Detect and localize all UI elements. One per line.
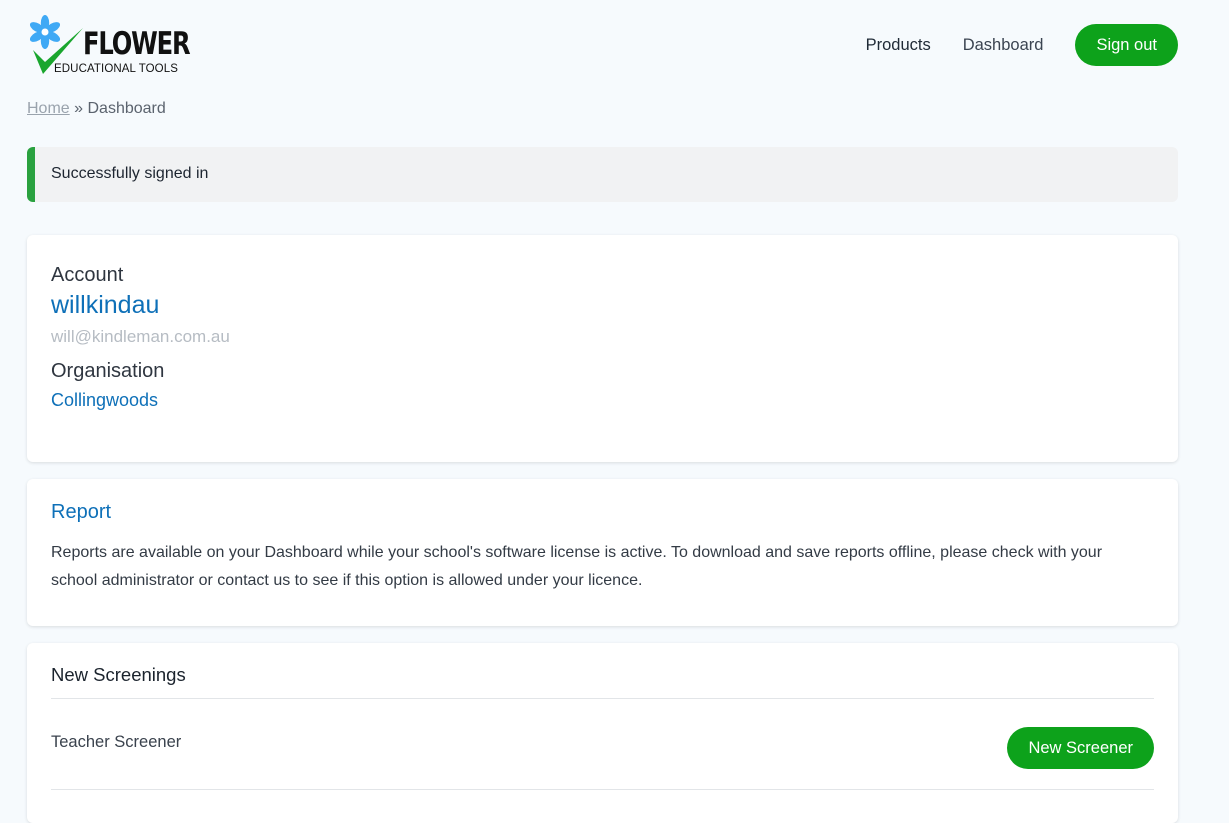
brand-subtitle: EDUCATIONAL TOOLS: [54, 63, 178, 75]
brand-name: FLOWER: [83, 26, 191, 62]
breadcrumb-home-link[interactable]: Home: [27, 100, 70, 117]
organisation-name[interactable]: Collingwoods: [51, 390, 158, 411]
success-alert: Successfully signed in: [27, 147, 1178, 202]
report-title: Report: [51, 501, 112, 523]
account-card: Account willkindau will@kindleman.com.au…: [27, 235, 1178, 462]
divider: [51, 698, 1154, 699]
main-nav: Products Dashboard Sign out: [866, 24, 1178, 66]
account-email: will@kindleman.com.au: [51, 327, 230, 346]
breadcrumb-separator: »: [74, 100, 84, 117]
site-header: FLOWER EDUCATIONAL TOOLS Products Dashbo…: [27, 14, 1178, 78]
organisation-label: Organisation: [51, 360, 165, 382]
teacher-screener-label: Teacher Screener: [51, 733, 182, 751]
divider: [51, 789, 1154, 790]
new-screenings-card: New Screenings Teacher Screener New Scre…: [27, 643, 1178, 823]
alert-message: Successfully signed in: [51, 165, 209, 182]
nav-products-link[interactable]: Products: [866, 36, 931, 55]
logo[interactable]: FLOWER EDUCATIONAL TOOLS: [27, 14, 191, 78]
breadcrumb: Home » Dashboard: [27, 100, 166, 118]
account-label: Account: [51, 264, 124, 286]
breadcrumb-current: Dashboard: [87, 100, 166, 117]
report-card: Report Reports are available on your Das…: [27, 479, 1178, 626]
new-screenings-title: New Screenings: [51, 664, 186, 685]
sign-out-button[interactable]: Sign out: [1075, 24, 1178, 66]
new-screener-button[interactable]: New Screener: [1007, 727, 1154, 769]
nav-dashboard-link[interactable]: Dashboard: [963, 36, 1044, 55]
report-description: Reports are available on your Dashboard …: [51, 544, 1103, 589]
account-username[interactable]: willkindau: [51, 291, 159, 320]
